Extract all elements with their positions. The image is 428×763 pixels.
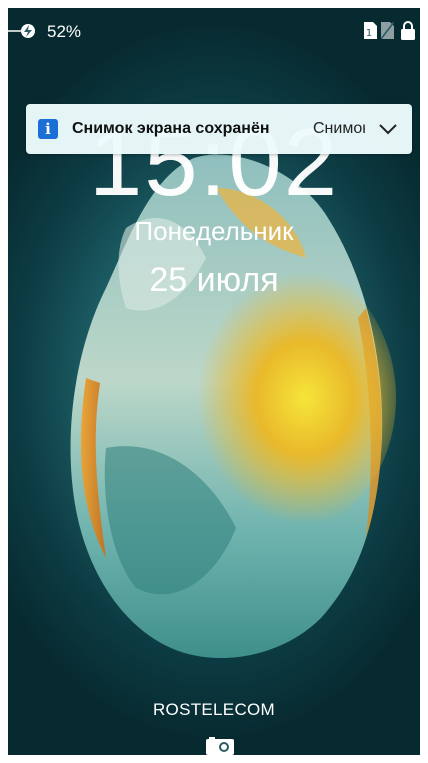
camera-icon[interactable] (206, 737, 234, 755)
status-bar: 52% 1 (8, 8, 420, 52)
lock-date: 25 июля (149, 261, 279, 299)
lock-icon (401, 21, 415, 40)
screenshot-notification[interactable]: i Снимок экрана сохранён Снимок (26, 104, 412, 154)
notification-title: Снимок экрана сохранён (72, 120, 270, 137)
lock-screen: 52% 1 15:02 Понедельник 25 июля i Снимок… (8, 8, 420, 755)
chevron-down-icon[interactable] (378, 120, 398, 138)
info-icon: i (38, 119, 58, 139)
battery-percent: 52% (47, 22, 82, 41)
notification-preview: Снимок (313, 120, 365, 137)
carrier-name: ROSTELECOM (152, 700, 276, 719)
svg-text:1: 1 (366, 28, 372, 39)
charge-icon (8, 24, 35, 38)
lock-weekday: Понедельник (134, 216, 294, 246)
sim1-icon: 1 (364, 22, 377, 39)
sim2-icon (381, 22, 394, 39)
